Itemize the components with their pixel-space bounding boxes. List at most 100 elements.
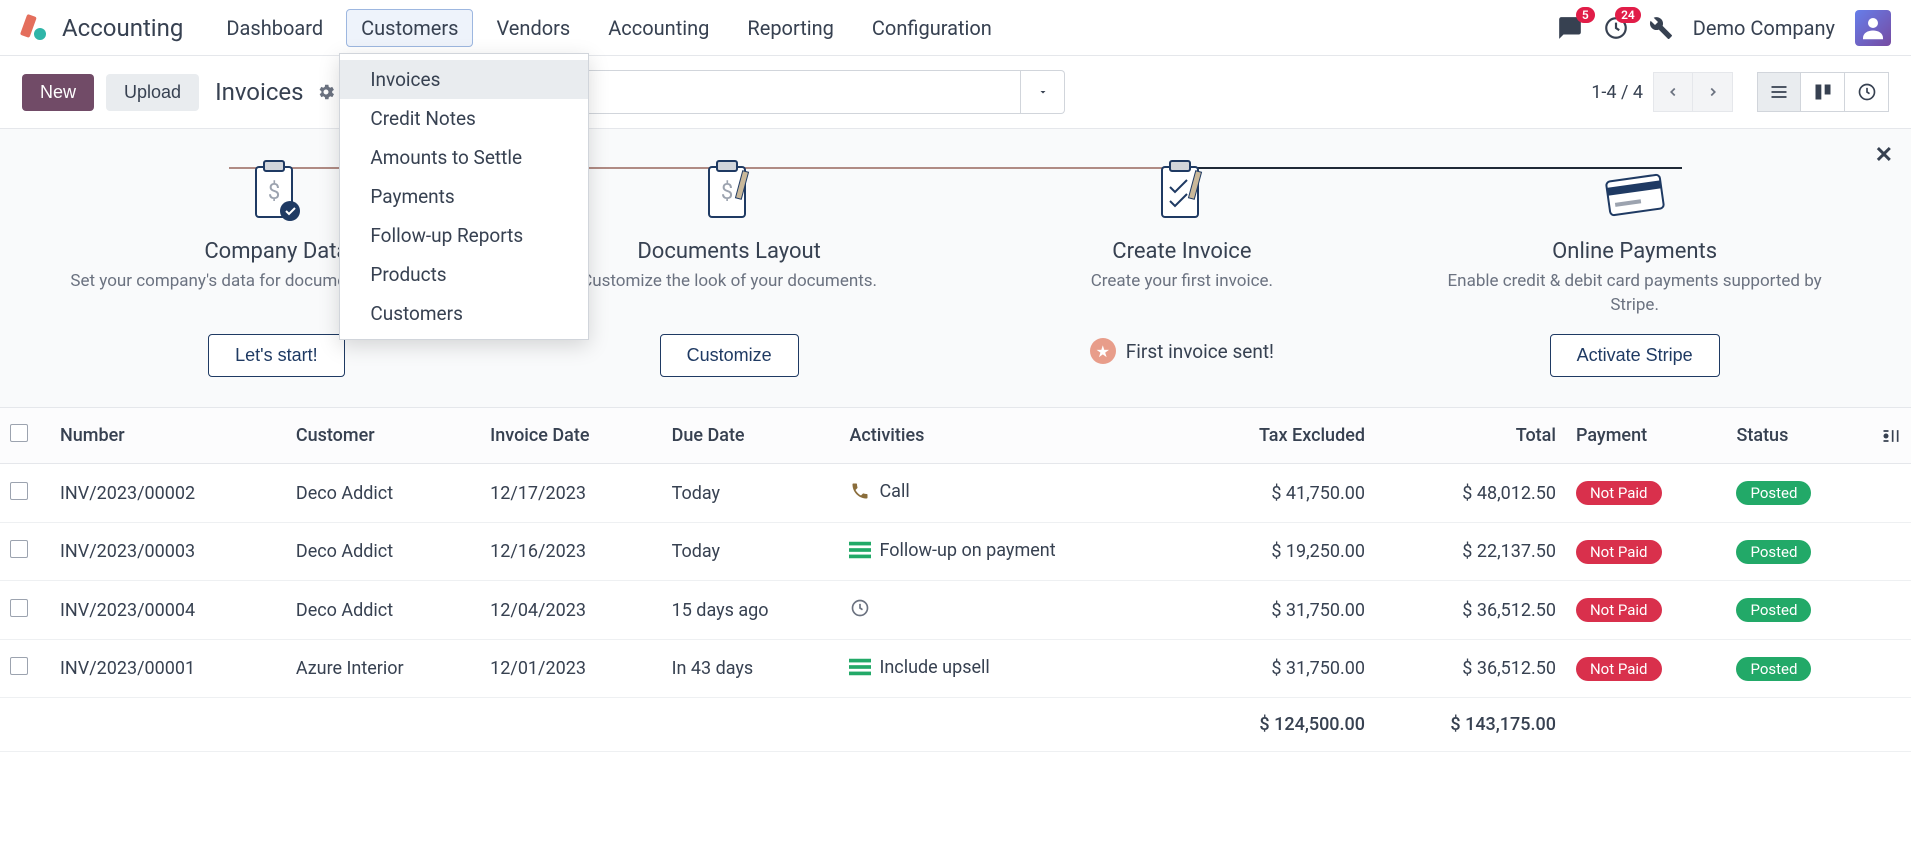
activity-label: Include upsell: [879, 657, 989, 678]
cell-payment: Not Paid: [1566, 523, 1727, 581]
table-row[interactable]: INV/2023/00002Deco Addict12/17/2023Today…: [0, 464, 1911, 523]
view-list[interactable]: [1757, 72, 1801, 112]
tools-icon[interactable]: [1649, 16, 1673, 40]
col-total[interactable]: Total: [1375, 408, 1566, 464]
top-navbar: Accounting Dashboard Customers Vendors A…: [0, 0, 1911, 56]
cell-total: $ 22,137.50: [1375, 523, 1566, 581]
select-all-checkbox[interactable]: [10, 424, 28, 442]
table-row[interactable]: INV/2023/00004Deco Addict12/04/202315 da…: [0, 581, 1911, 640]
kanban-icon: [1813, 82, 1833, 102]
phone-icon: [849, 480, 871, 502]
status-badge: Posted: [1736, 598, 1811, 622]
nav-customers[interactable]: Customers: [346, 9, 473, 47]
cell-number: INV/2023/00002: [50, 464, 286, 523]
activate-stripe-button[interactable]: Activate Stripe: [1550, 334, 1720, 377]
status-badge: Posted: [1736, 657, 1811, 681]
clipboard-dollar-icon: $: [241, 159, 311, 229]
onboarding-close[interactable]: ✕: [1875, 143, 1893, 168]
cell-activity[interactable]: Call: [839, 464, 1183, 523]
breadcrumb-title: Invoices: [215, 78, 303, 106]
cell-payment: Not Paid: [1566, 464, 1727, 523]
pager-prev[interactable]: [1653, 72, 1693, 112]
search-dropdown-toggle[interactable]: [1021, 70, 1065, 114]
clipboard-pencil-icon: $: [694, 159, 764, 229]
totals-row: $ 124,500.00 $ 143,175.00: [0, 698, 1911, 752]
payment-badge: Not Paid: [1576, 540, 1662, 564]
dropdown-followup-reports[interactable]: Follow-up Reports: [340, 216, 588, 255]
activity-label: Follow-up on payment: [879, 540, 1055, 561]
col-number[interactable]: Number: [50, 408, 286, 464]
view-activity[interactable]: [1845, 72, 1889, 112]
cell-activity[interactable]: Follow-up on payment: [839, 523, 1183, 581]
cell-tax-excluded: $ 31,750.00: [1183, 581, 1375, 640]
svg-text:$: $: [721, 180, 733, 205]
cell-activity[interactable]: Include upsell: [839, 640, 1183, 698]
nav-dashboard[interactable]: Dashboard: [211, 9, 338, 47]
upload-button[interactable]: Upload: [106, 74, 199, 111]
cell-customer: Deco Addict: [286, 464, 480, 523]
cell-total: $ 48,012.50: [1375, 464, 1566, 523]
dropdown-credit-notes[interactable]: Credit Notes: [340, 99, 588, 138]
gear-icon[interactable]: [316, 82, 336, 102]
cell-payment: Not Paid: [1566, 581, 1727, 640]
messages-icon[interactable]: 5: [1557, 15, 1583, 41]
view-switcher: [1757, 72, 1889, 112]
col-tax-excluded[interactable]: Tax Excluded: [1183, 408, 1375, 464]
pager-text: 1-4 / 4: [1591, 82, 1643, 103]
lets-start-button[interactable]: Let's start!: [208, 334, 344, 377]
col-activities[interactable]: Activities: [839, 408, 1183, 464]
dropdown-invoices[interactable]: Invoices: [340, 60, 588, 99]
messages-badge: 5: [1576, 7, 1595, 23]
cell-due-date: In 43 days: [662, 640, 840, 698]
dropdown-amounts-to-settle[interactable]: Amounts to Settle: [340, 138, 588, 177]
nav-reporting[interactable]: Reporting: [732, 9, 849, 47]
navbar-right: 5 24 Demo Company: [1557, 10, 1891, 46]
step-done-indicator: ★ First invoice sent!: [1090, 338, 1274, 364]
dropdown-products[interactable]: Products: [340, 255, 588, 294]
cell-invoice-date: 12/17/2023: [480, 464, 661, 523]
cell-activity[interactable]: [839, 581, 1183, 640]
row-checkbox[interactable]: [10, 657, 28, 675]
clock-icon: [849, 597, 871, 619]
cell-customer: Azure Interior: [286, 640, 480, 698]
dropdown-payments[interactable]: Payments: [340, 177, 588, 216]
nav-accounting[interactable]: Accounting: [593, 9, 724, 47]
pager-next[interactable]: [1693, 72, 1733, 112]
invoices-table: Number Customer Invoice Date Due Date Ac…: [0, 408, 1911, 752]
customize-button[interactable]: Customize: [660, 334, 799, 377]
clipboard-check-icon: [1147, 159, 1217, 229]
col-status[interactable]: Status: [1726, 408, 1871, 464]
cell-tax-excluded: $ 19,250.00: [1183, 523, 1375, 581]
col-payment[interactable]: Payment: [1566, 408, 1727, 464]
col-due-date[interactable]: Due Date: [662, 408, 840, 464]
cell-due-date: Today: [662, 523, 840, 581]
view-kanban[interactable]: [1801, 72, 1845, 112]
col-customer[interactable]: Customer: [286, 408, 480, 464]
table-row[interactable]: INV/2023/00003Deco Addict12/16/2023Today…: [0, 523, 1911, 581]
new-button[interactable]: New: [22, 74, 94, 111]
row-checkbox[interactable]: [10, 599, 28, 617]
payment-badge: Not Paid: [1576, 598, 1662, 622]
company-selector[interactable]: Demo Company: [1693, 16, 1835, 40]
step-online-payments: Online Payments Enable credit & debit ca…: [1408, 159, 1861, 377]
activities-icon[interactable]: 24: [1603, 15, 1629, 41]
cell-status: Posted: [1726, 464, 1871, 523]
cell-customer: Deco Addict: [286, 523, 480, 581]
step-title: Create Invoice: [976, 239, 1389, 264]
row-checkbox[interactable]: [10, 482, 28, 500]
list-icon: [1769, 82, 1789, 102]
cell-number: INV/2023/00004: [50, 581, 286, 640]
dropdown-customers[interactable]: Customers: [340, 294, 588, 333]
step-create-invoice: Create Invoice Create your first invoice…: [956, 159, 1409, 364]
nav-vendors[interactable]: Vendors: [481, 9, 585, 47]
row-checkbox[interactable]: [10, 540, 28, 558]
app-name[interactable]: Accounting: [62, 14, 183, 42]
main-nav: Dashboard Customers Vendors Accounting R…: [211, 9, 1006, 47]
columns-settings-icon[interactable]: [1881, 426, 1901, 446]
cell-tax-excluded: $ 41,750.00: [1183, 464, 1375, 523]
app-logo-icon[interactable]: [20, 14, 48, 42]
col-invoice-date[interactable]: Invoice Date: [480, 408, 661, 464]
table-row[interactable]: INV/2023/00001Azure Interior12/01/2023In…: [0, 640, 1911, 698]
user-avatar[interactable]: [1855, 10, 1891, 46]
nav-configuration[interactable]: Configuration: [857, 9, 1007, 47]
